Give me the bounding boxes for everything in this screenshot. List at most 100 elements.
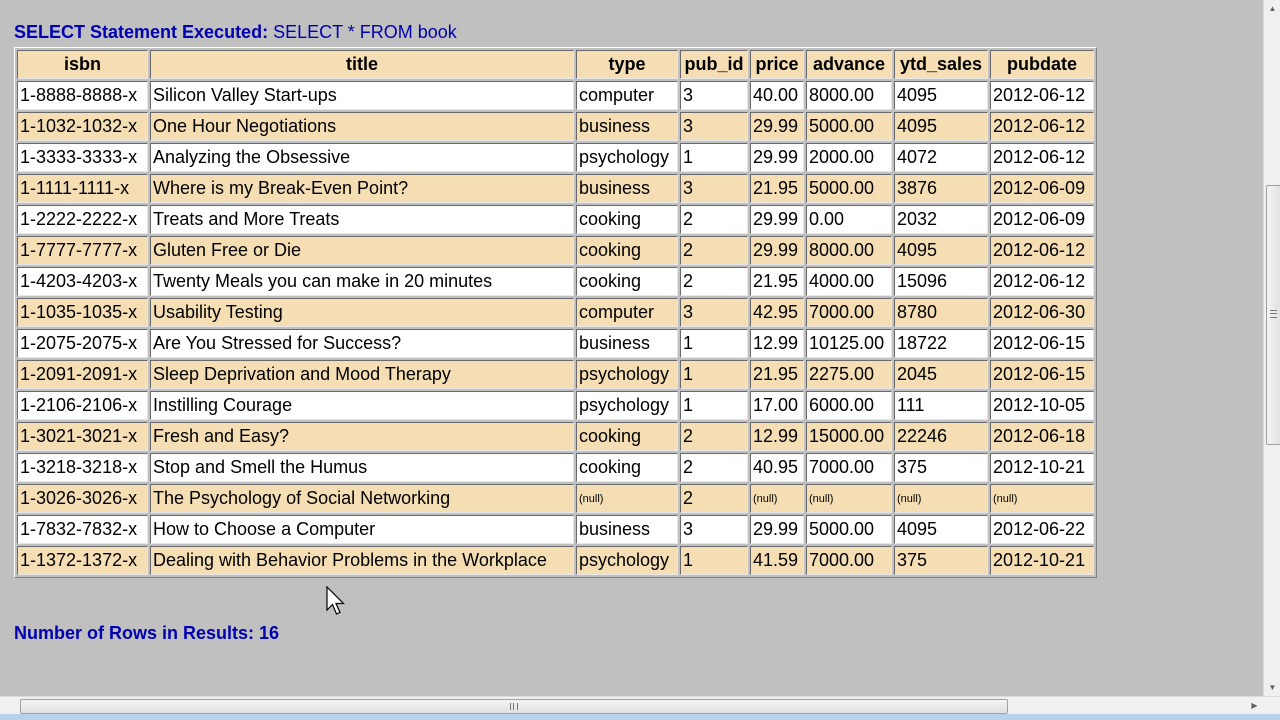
cell-pub-id: 2 [680, 236, 748, 265]
cell-price: 17.00 [750, 391, 804, 420]
column-header-pub-id: pub_id [680, 50, 748, 79]
window-bottom-border [0, 714, 1280, 720]
cell-title: Usability Testing [150, 298, 574, 327]
cell-ytd-sales: 4095 [894, 112, 988, 141]
cell-advance: 8000.00 [806, 81, 892, 110]
cell-pubdate: 2012-06-12 [990, 143, 1094, 172]
column-header-type: type [576, 50, 678, 79]
cell-isbn: 1-4203-4203-x [17, 267, 148, 296]
scroll-up-arrow-icon[interactable]: ▲ [1264, 0, 1280, 17]
cell-pub-id: 2 [680, 422, 748, 451]
cell-isbn: 1-8888-8888-x [17, 81, 148, 110]
cell-advance: 7000.00 [806, 453, 892, 482]
table-row: 1-2106-2106-x Instilling Courage psycholog… [17, 391, 1094, 420]
cell-advance: 8000.00 [806, 236, 892, 265]
cell-pub-id: 1 [680, 391, 748, 420]
cell-pub-id: 2 [680, 484, 748, 513]
cell-pubdate: 2012-06-09 [990, 174, 1094, 203]
cell-ytd-sales: 4095 [894, 236, 988, 265]
table-row: 1-1111-1111-x Where is my Break-Even Poin… [17, 174, 1094, 203]
table-row: 1-1035-1035-x Usability Testing computer 3 4… [17, 298, 1094, 327]
cell-pubdate: 2012-06-12 [990, 267, 1094, 296]
table-row: 1-8888-8888-x Silicon Valley Start-ups com… [17, 81, 1094, 110]
table-row: 1-3218-3218-x Stop and Smell the Humus coo… [17, 453, 1094, 482]
horizontal-scroll-thumb[interactable] [20, 699, 1008, 714]
cell-type: computer [576, 81, 678, 110]
table-row: 1-3021-3021-x Fresh and Easy? cooking 2 12.9… [17, 422, 1094, 451]
table-row: 1-1372-1372-x Dealing with Behavior Probl… [17, 546, 1094, 575]
cell-title: Analyzing the Obsessive [150, 143, 574, 172]
statement-sql: SELECT * FROM book [268, 22, 457, 42]
scroll-left-arrow-icon[interactable] [0, 697, 17, 714]
cell-ytd-sales: 4072 [894, 143, 988, 172]
cell-isbn: 1-2075-2075-x [17, 329, 148, 358]
cell-price: 21.95 [750, 360, 804, 389]
cell-title: Stop and Smell the Humus [150, 453, 574, 482]
cell-title: Fresh and Easy? [150, 422, 574, 451]
cell-price: 29.99 [750, 205, 804, 234]
column-header-title: title [150, 50, 574, 79]
cell-pubdate: 2012-06-09 [990, 205, 1094, 234]
cell-pubdate: 2012-10-21 [990, 546, 1094, 575]
cell-price: 12.99 [750, 422, 804, 451]
cell-isbn: 1-1372-1372-x [17, 546, 148, 575]
scroll-down-arrow-icon[interactable]: ▼ [1264, 679, 1280, 696]
results-body: 1-8888-8888-x Silicon Valley Start-ups com… [17, 81, 1094, 575]
horizontal-scrollbar[interactable]: ▶ [0, 696, 1280, 714]
cell-isbn: 1-1035-1035-x [17, 298, 148, 327]
cell-advance: 2000.00 [806, 143, 892, 172]
cell-advance: (null) [806, 484, 892, 513]
cell-title: Sleep Deprivation and Mood Therapy [150, 360, 574, 389]
cell-title: Are You Stressed for Success? [150, 329, 574, 358]
cell-pub-id: 3 [680, 174, 748, 203]
cell-price: 21.95 [750, 174, 804, 203]
cell-ytd-sales: 22246 [894, 422, 988, 451]
table-row: 1-1032-1032-x One Hour Negotiations busine… [17, 112, 1094, 141]
cell-pub-id: 3 [680, 81, 748, 110]
cell-price: 29.99 [750, 112, 804, 141]
cell-price: 40.00 [750, 81, 804, 110]
cell-ytd-sales: 3876 [894, 174, 988, 203]
cell-isbn: 1-2222-2222-x [17, 205, 148, 234]
cell-pubdate: 2012-06-12 [990, 112, 1094, 141]
cell-advance: 2275.00 [806, 360, 892, 389]
cell-ytd-sales: 4095 [894, 515, 988, 544]
vertical-scroll-thumb[interactable] [1266, 185, 1280, 445]
cell-ytd-sales: 375 [894, 546, 988, 575]
cell-ytd-sales: 18722 [894, 329, 988, 358]
cell-ytd-sales: 2032 [894, 205, 988, 234]
cell-price: 41.59 [750, 546, 804, 575]
cell-advance: 4000.00 [806, 267, 892, 296]
table-row: 1-2091-2091-x Sleep Deprivation and Mood … [17, 360, 1094, 389]
cell-type: business [576, 515, 678, 544]
cell-ytd-sales: 111 [894, 391, 988, 420]
cell-isbn: 1-7832-7832-x [17, 515, 148, 544]
cell-ytd-sales: 2045 [894, 360, 988, 389]
cell-type: psychology [576, 143, 678, 172]
cell-title: How to Choose a Computer [150, 515, 574, 544]
cell-isbn: 1-2091-2091-x [17, 360, 148, 389]
table-row: 1-7777-7777-x Gluten Free or Die cooking 2 2… [17, 236, 1094, 265]
cell-pub-id: 3 [680, 515, 748, 544]
cell-type: cooking [576, 236, 678, 265]
cell-price: 29.99 [750, 143, 804, 172]
scroll-right-arrow-icon[interactable]: ▶ [1246, 697, 1263, 714]
cell-ytd-sales: 375 [894, 453, 988, 482]
cell-title: Dealing with Behavior Problems in the Wo… [150, 546, 574, 575]
cell-ytd-sales: 8780 [894, 298, 988, 327]
cell-advance: 7000.00 [806, 298, 892, 327]
cell-pubdate: 2012-06-22 [990, 515, 1094, 544]
cell-title: Where is my Break-Even Point? [150, 174, 574, 203]
grip-icon [510, 703, 518, 710]
cell-price: 40.95 [750, 453, 804, 482]
statement-executed: SELECT Statement Executed: SELECT * FROM… [14, 22, 457, 43]
vertical-scrollbar[interactable]: ▲ ▼ [1263, 0, 1280, 696]
cell-isbn: 1-3021-3021-x [17, 422, 148, 451]
cell-pub-id: 3 [680, 298, 748, 327]
column-header-advance: advance [806, 50, 892, 79]
cell-price: 12.99 [750, 329, 804, 358]
cell-ytd-sales: 4095 [894, 81, 988, 110]
cell-pubdate: 2012-06-15 [990, 360, 1094, 389]
cell-pub-id: 2 [680, 267, 748, 296]
cell-title: Treats and More Treats [150, 205, 574, 234]
